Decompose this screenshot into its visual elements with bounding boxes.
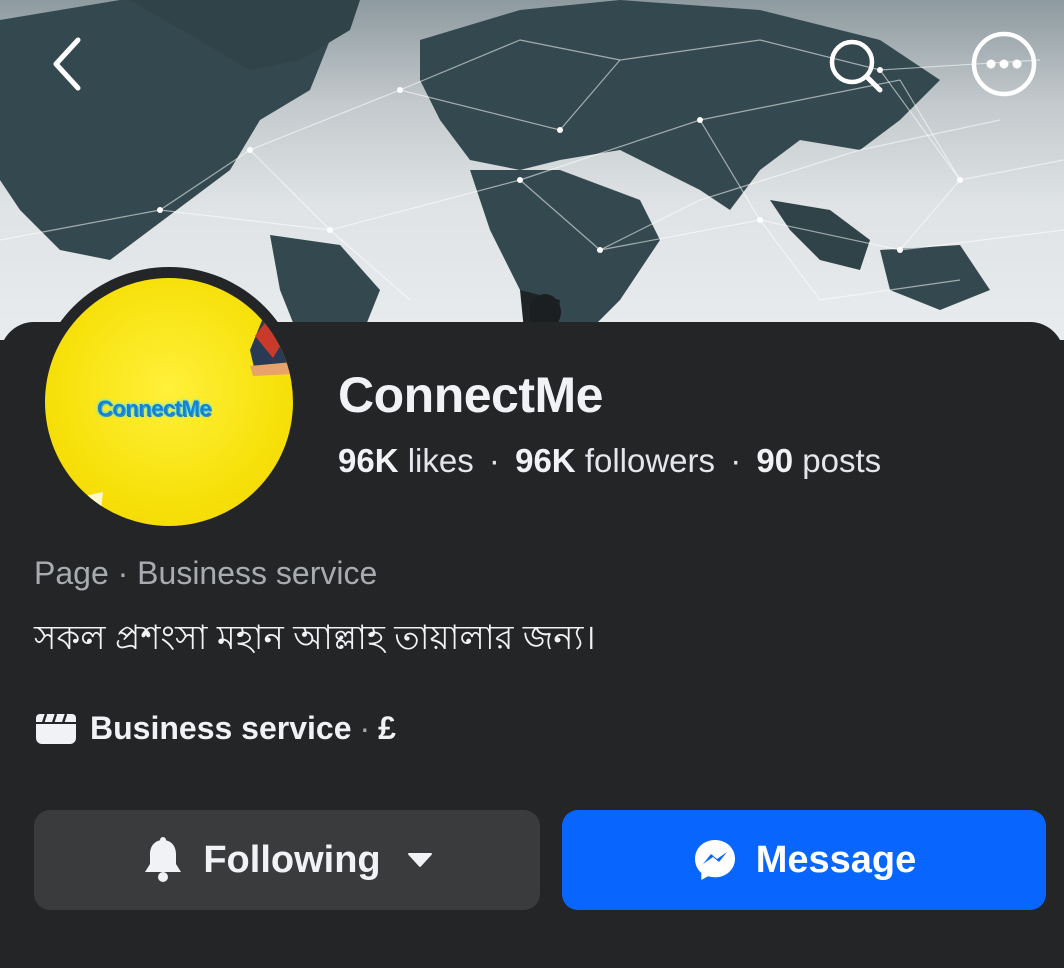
- likes-label: likes: [407, 442, 474, 479]
- caret-down-icon: [407, 852, 433, 868]
- back-button[interactable]: [40, 32, 100, 92]
- following-button[interactable]: Following: [34, 810, 540, 910]
- followers-label[interactable]: followers: [585, 442, 715, 479]
- likes-count: 96K: [338, 442, 399, 479]
- posts-label: posts: [802, 442, 882, 479]
- more-options-button[interactable]: [970, 30, 1038, 98]
- avatar[interactable]: ConnectMe: [45, 278, 293, 526]
- avatar-logo-text: ConnectMe: [97, 396, 212, 421]
- following-label: Following: [203, 838, 381, 881]
- messenger-icon: [692, 837, 738, 883]
- followers-count[interactable]: 96K: [515, 442, 576, 479]
- search-button[interactable]: [822, 38, 886, 94]
- chevron-left-icon: [53, 37, 81, 91]
- message-button[interactable]: Message: [562, 810, 1046, 910]
- page-category: Page · Business service: [34, 555, 378, 591]
- more-options-icon: [971, 31, 1037, 97]
- business-info-row: Business service · £: [34, 708, 396, 748]
- price-range: £: [378, 709, 396, 746]
- business-category-label: Business service: [90, 709, 352, 746]
- posts-count: 90: [756, 442, 794, 479]
- stats-separator: ·: [488, 442, 500, 479]
- info-separator: ·: [359, 709, 371, 746]
- page-stats: 96K likes · 96K followers · 90 posts: [338, 442, 881, 480]
- page-title: ConnectMe: [338, 367, 603, 423]
- page-bio: সকল প্রশংসা মহান আল্লাহ তায়ালার জন্য।: [34, 619, 596, 657]
- message-label: Message: [755, 838, 917, 881]
- search-icon: [829, 39, 883, 93]
- bell-icon: [141, 837, 185, 883]
- clapperboard-icon: [36, 713, 76, 744]
- stats-separator: ·: [730, 442, 742, 479]
